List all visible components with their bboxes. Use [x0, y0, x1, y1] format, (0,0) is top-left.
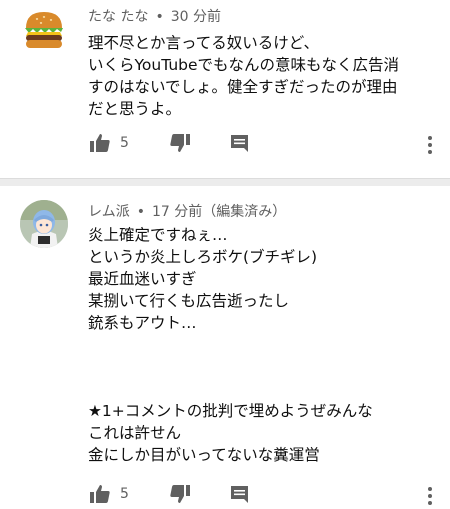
comment-actions: 5: [88, 481, 438, 507]
text-spacer: [88, 334, 438, 400]
thumbs-down-icon: [170, 134, 190, 152]
comment-line: 最近血迷いすぎ: [88, 270, 197, 288]
reply-comment-icon: [230, 134, 249, 153]
thumbs-up-icon: [90, 134, 110, 152]
dislike-button[interactable]: [170, 481, 190, 507]
reply-button[interactable]: [230, 481, 249, 507]
like-button[interactable]: 5: [90, 481, 129, 507]
comment-meta: たな たな • 30 分前: [88, 6, 221, 26]
thumbs-down-icon: [170, 485, 190, 503]
more-vertical-icon[interactable]: [420, 132, 440, 158]
dislike-button[interactable]: [170, 130, 190, 156]
comment-time: 17 分前（編集済み）: [152, 204, 287, 220]
comment-line: 炎上確定ですねぇ…: [88, 226, 228, 244]
comment-line: というか炎上しろボケ(ブチギレ): [88, 248, 318, 266]
comment-divider: [0, 178, 450, 186]
comment-line: いくらYouTubeでもなんの意味もなく広告消: [88, 56, 400, 74]
more-vertical-icon[interactable]: [420, 483, 440, 509]
reply-comment-icon: [230, 485, 249, 504]
meta-separator: •: [155, 9, 164, 25]
author-name[interactable]: レム派: [88, 204, 130, 220]
reply-button[interactable]: [230, 130, 249, 156]
anime-character-avatar-icon[interactable]: [20, 200, 68, 248]
comment-item: たな たな • 30 分前 理不尽とか言ってる奴いるけど、 いくらYouTubeでも…: [0, 0, 450, 178]
thumbs-up-icon: [90, 485, 110, 503]
like-count: 5: [120, 486, 129, 502]
comment-actions: 5: [88, 130, 438, 156]
comment-line: これは許せん: [88, 424, 182, 442]
comment-line: 金にしか目がいってないな糞運営: [88, 446, 320, 464]
comment-line: 銃系もアウト…: [88, 314, 197, 332]
like-button[interactable]: 5: [90, 130, 129, 156]
comment-time: 30 分前: [170, 9, 221, 25]
comment-line: すのはないでしょ。健全すぎだったのが理由: [88, 78, 398, 96]
comment-line: だと思うよ。: [88, 100, 182, 118]
comment-meta: レム派 • 17 分前（編集済み）: [88, 201, 286, 221]
hamburger-avatar-icon[interactable]: [20, 6, 68, 54]
comment-line: 某捌いて行くも広告逝ったし: [88, 292, 290, 310]
like-count: 5: [120, 135, 129, 151]
comment-text: 理不尽とか言ってる奴いるけど、 いくらYouTubeでもなんの意味もなく広告消 …: [88, 32, 438, 120]
comment-item: レム派 • 17 分前（編集済み） 炎上確定ですねぇ… というか炎上しろボケ(ブチギ…: [0, 186, 450, 508]
comment-text: 炎上確定ですねぇ… というか炎上しろボケ(ブチギレ) 最近血迷いすぎ 某捌いて行…: [88, 224, 438, 466]
comment-line: 理不尽とか言ってる奴いるけど、: [88, 34, 319, 52]
comment-line: ★1+コメントの批判で埋めようぜみんな: [88, 402, 373, 420]
meta-separator: •: [136, 204, 145, 220]
author-name[interactable]: たな たな: [88, 9, 148, 25]
